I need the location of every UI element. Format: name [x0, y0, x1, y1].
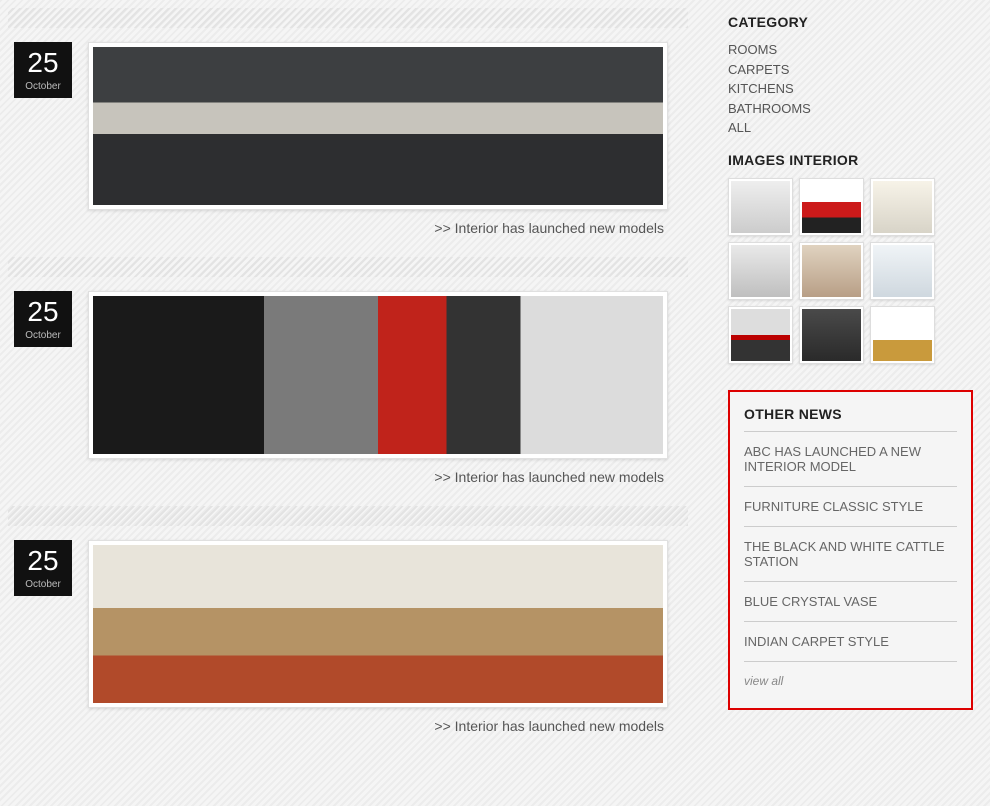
thumbnail-link[interactable]: [870, 178, 935, 236]
thumbnail-link[interactable]: [870, 306, 935, 364]
thumbnail-image: [802, 309, 861, 361]
thumbnail-link[interactable]: [799, 306, 864, 364]
divider: [8, 506, 688, 526]
date-day: 25: [27, 547, 58, 575]
view-all-link[interactable]: view all: [744, 674, 783, 688]
post-image: [93, 47, 663, 205]
category-heading: CATEGORY: [728, 14, 973, 30]
thumbnail-link[interactable]: [728, 306, 793, 364]
post-image-link[interactable]: [88, 291, 668, 459]
news-link[interactable]: BLUE CRYSTAL VASE: [744, 581, 957, 622]
date-badge: 25 October: [14, 291, 72, 347]
thumbnail-image: [731, 309, 790, 361]
date-month: October: [25, 330, 61, 341]
date-day: 25: [27, 49, 58, 77]
other-news-heading: OTHER NEWS: [744, 406, 957, 422]
other-news-panel: OTHER NEWS ABC HAS LAUNCHED A NEW INTERI…: [728, 390, 973, 710]
thumbnail-image: [731, 245, 790, 297]
category-link[interactable]: ROOMS: [728, 40, 973, 60]
thumbnail-link[interactable]: [870, 242, 935, 300]
post-title-link[interactable]: >> Interior has launched new models: [88, 459, 668, 491]
news-link[interactable]: FURNITURE CLASSIC STYLE: [744, 486, 957, 527]
news-link[interactable]: THE BLACK AND WHITE CATTLE STATION: [744, 526, 957, 582]
category-link[interactable]: BATHROOMS: [728, 99, 973, 119]
date-day: 25: [27, 298, 58, 326]
main-column: 25 October >> Interior has launched new …: [8, 0, 688, 755]
sidebar: CATEGORY ROOMS CARPETS KITCHENS BATHROOM…: [728, 0, 973, 710]
date-month: October: [25, 579, 61, 590]
thumbnail-image: [873, 181, 932, 233]
divider: [8, 8, 688, 28]
gallery-heading: IMAGES INTERIOR: [728, 152, 973, 168]
thumbnail-image: [802, 181, 861, 233]
divider: [8, 257, 688, 277]
news-link[interactable]: INDIAN CARPET STYLE: [744, 621, 957, 662]
post-image: [93, 296, 663, 454]
date-badge: 25 October: [14, 540, 72, 596]
thumbnail-link[interactable]: [799, 178, 864, 236]
thumbnail-link[interactable]: [728, 178, 793, 236]
thumbnail-image: [873, 309, 932, 361]
thumbnail-image: [802, 245, 861, 297]
news-link[interactable]: ABC HAS LAUNCHED A NEW INTERIOR MODEL: [744, 431, 957, 487]
post-title-link[interactable]: >> Interior has launched new models: [88, 210, 668, 242]
date-month: October: [25, 81, 61, 92]
category-link[interactable]: CARPETS: [728, 60, 973, 80]
post: 25 October >> Interior has launched new …: [8, 540, 688, 740]
post-image-link[interactable]: [88, 42, 668, 210]
date-badge: 25 October: [14, 42, 72, 98]
category-link[interactable]: ALL: [728, 118, 973, 138]
thumbnail-link[interactable]: [728, 242, 793, 300]
post-image: [93, 545, 663, 703]
post-image-link[interactable]: [88, 540, 668, 708]
post: 25 October >> Interior has launched new …: [8, 291, 688, 491]
thumbnail-grid: [728, 178, 948, 364]
thumbnail-image: [731, 181, 790, 233]
thumbnail-link[interactable]: [799, 242, 864, 300]
thumbnail-image: [873, 245, 932, 297]
post: 25 October >> Interior has launched new …: [8, 42, 688, 242]
category-list: ROOMS CARPETS KITCHENS BATHROOMS ALL: [728, 40, 973, 138]
post-title-link[interactable]: >> Interior has launched new models: [88, 708, 668, 740]
category-link[interactable]: KITCHENS: [728, 79, 973, 99]
